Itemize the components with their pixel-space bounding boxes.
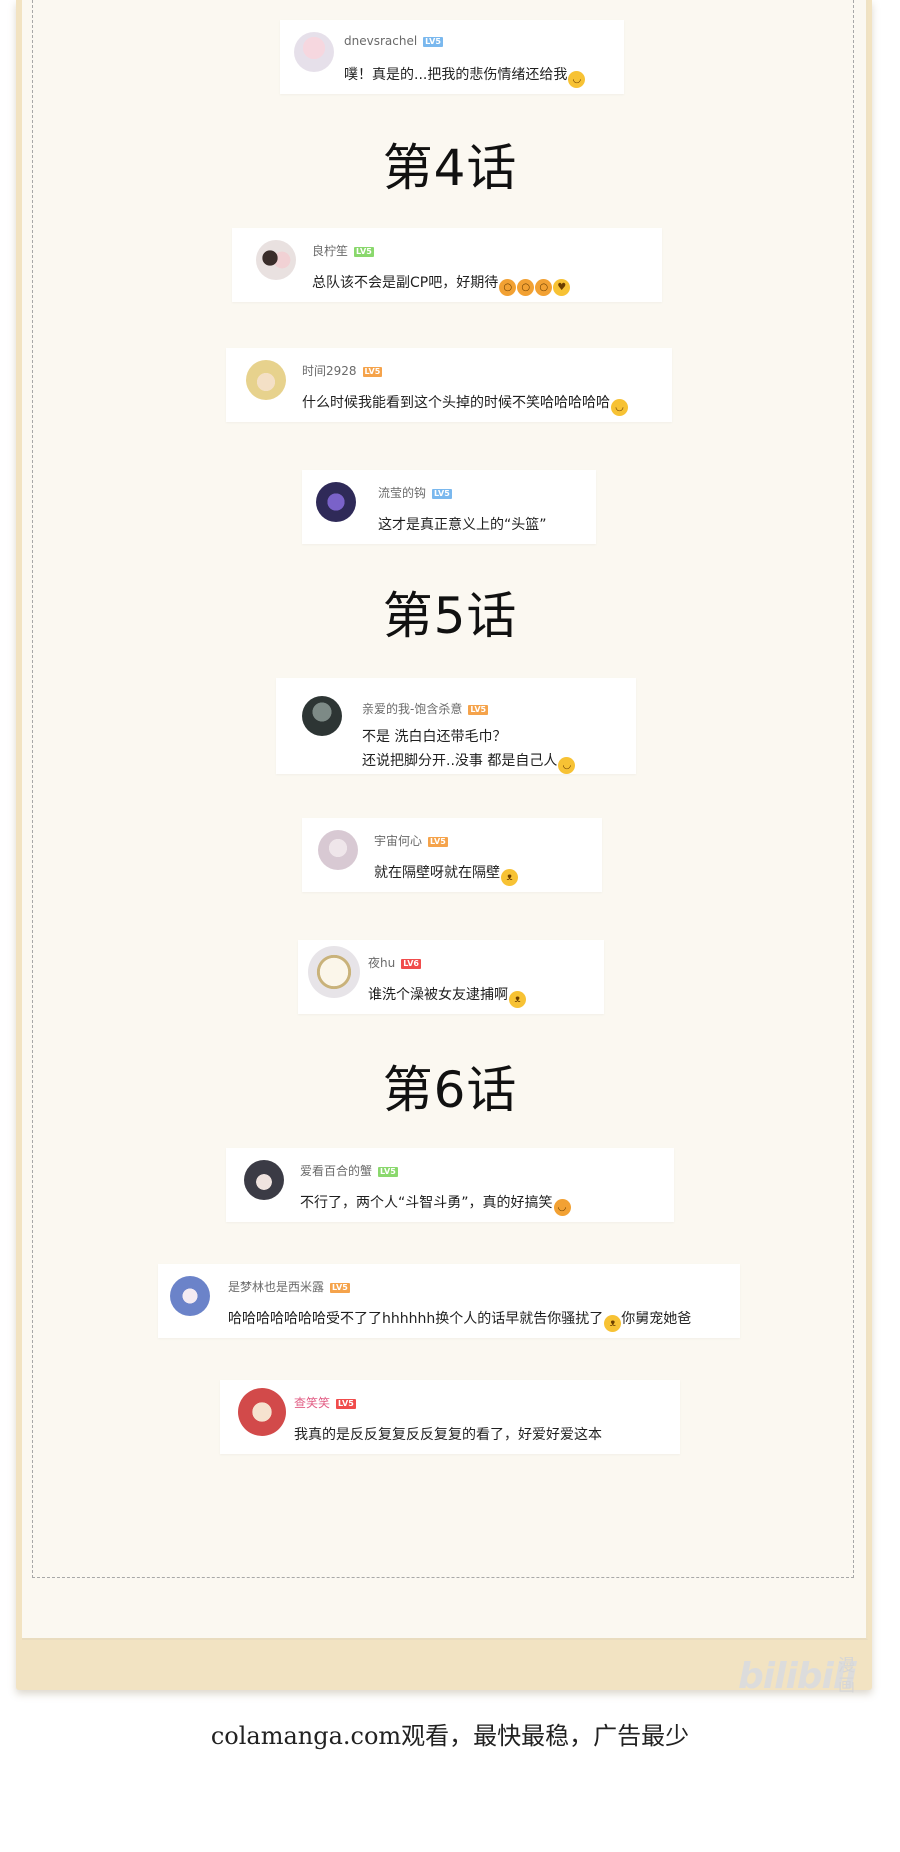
avatar: [302, 696, 342, 736]
comment-card: 查笑笑 LV5 我真的是反反复复反反复复的看了，好爱好爱这本: [220, 1380, 680, 1454]
avatar: [318, 830, 358, 870]
cat-emoji-icon: ᴥ: [501, 869, 518, 886]
avatar: [316, 482, 356, 522]
avatar: [308, 946, 360, 998]
comment-username: 亲爱的我-饱含杀意 LV5: [362, 702, 489, 716]
comment-card: 是梦林也是西米露 LV5 哈哈哈哈哈哈哈受不了了hhhhhh换个人的话早就告你骚扰…: [158, 1264, 740, 1338]
comment-text: 还说把脚分开..没事 都是自己人 ◡: [362, 750, 576, 774]
comment-card: dnevsrachel LV5 噗！真是的...把我的悲伤情绪还给我 ◡: [280, 20, 624, 94]
chapter-heading: 第6话: [382, 1061, 518, 1119]
level-badge: LV5: [432, 489, 452, 499]
comment-text: 就在隔壁呀就在隔壁 ᴥ: [374, 862, 518, 886]
comment-text: 这才是真正意义上的“头篮”: [378, 517, 547, 533]
comment-text: 不是 洗白白还带毛巾？: [362, 729, 507, 745]
comment-text: 不行了，两个人“斗智斗勇”，真的好搞笑 ◡: [300, 1192, 571, 1216]
comment-text: 我真的是反反复复反反复复的看了，好爱好爱这本: [294, 1427, 602, 1443]
level-badge: LV5: [468, 705, 489, 715]
scream-emoji-icon: ○: [535, 279, 553, 296]
comment-text: 哈哈哈哈哈哈哈受不了了hhhhhh换个人的话早就告你骚扰了 ᴥ 你舅宠她爸: [228, 1308, 691, 1332]
level-badge: LV6: [401, 959, 421, 969]
cat-emoji-icon: ᴥ: [509, 991, 526, 1008]
avatar: [244, 1160, 284, 1200]
sweat-smile-emoji-icon: ◡: [568, 71, 586, 88]
comment-text: 噗！真是的...把我的悲伤情绪还给我 ◡: [344, 64, 586, 88]
comment-card: 流莹的钩 LV5 这才是真正意义上的“头篮”: [302, 470, 596, 544]
level-badge: LV5: [336, 1399, 356, 1409]
level-badge: LV5: [423, 37, 443, 47]
heart-eyes-emoji-icon: ♥: [553, 279, 571, 296]
cat-emoji-icon: ᴥ: [604, 1315, 622, 1332]
comment-card: 宇宙何心 LV5 就在隔壁呀就在隔壁 ᴥ: [302, 818, 602, 892]
level-badge: LV5: [354, 247, 374, 257]
comment-username: 流莹的钩 LV5: [378, 486, 452, 500]
comment-card: 良柠笙 LV5 总队该不会是副CP吧，好期待 ○ ○ ○ ♥: [232, 228, 662, 302]
avatar: [170, 1276, 210, 1316]
level-badge: LV5: [362, 367, 383, 377]
manga-logo: 漫画: [838, 1656, 855, 1696]
level-badge: LV5: [330, 1283, 350, 1293]
avatar: [256, 240, 296, 280]
laugh-emoji-icon: ◡: [553, 1199, 571, 1216]
scream-emoji-icon: ○: [517, 279, 535, 296]
comment-card: 夜hu LV6 谁洗个澡被女友逮捕啊 ᴥ: [298, 940, 604, 1014]
comment-username: dnevsrachel LV5: [344, 34, 443, 48]
footer-caption: colamanga.com观看，最快最稳，广告最少: [210, 1722, 690, 1750]
smile-emoji-icon: ◡: [558, 757, 576, 774]
comment-card: 亲爱的我-饱含杀意 LV5 不是 洗白白还带毛巾？ 还说把脚分开..没事 都是自己…: [276, 678, 636, 774]
avatar: [294, 32, 334, 72]
sweat-smile-emoji-icon: ◡: [611, 399, 628, 416]
level-badge: LV5: [428, 837, 448, 847]
comment-text: 总队该不会是副CP吧，好期待 ○ ○ ○ ♥: [312, 272, 571, 296]
comment-username: 时间2928 LV5: [302, 364, 383, 378]
comment-card: 时间2928 LV5 什么时候我能看到这个头掉的时候不笑哈哈哈哈哈 ◡: [226, 348, 672, 422]
chapter-heading: 第4话: [382, 139, 518, 197]
scream-emoji-icon: ○: [499, 279, 517, 296]
chapter-heading: 第5话: [382, 587, 518, 645]
comment-username: 爱看百合的蟹 LV5: [300, 1164, 398, 1178]
comment-text: 什么时候我能看到这个头掉的时候不笑哈哈哈哈哈 ◡: [302, 392, 628, 416]
avatar: [238, 1388, 286, 1436]
avatar: [246, 360, 286, 400]
level-badge: LV5: [378, 1167, 398, 1177]
comment-text: 谁洗个澡被女友逮捕啊 ᴥ: [368, 984, 526, 1008]
comment-username: 是梦林也是西米露 LV5: [228, 1280, 350, 1294]
comment-card: 爱看百合的蟹 LV5 不行了，两个人“斗智斗勇”，真的好搞笑 ◡: [226, 1148, 674, 1222]
comment-username: 夜hu LV6: [368, 956, 421, 970]
comment-username: 良柠笙 LV5: [312, 244, 374, 258]
comment-username: 查笑笑 LV5: [294, 1396, 356, 1410]
comment-username: 宇宙何心 LV5: [374, 834, 448, 848]
